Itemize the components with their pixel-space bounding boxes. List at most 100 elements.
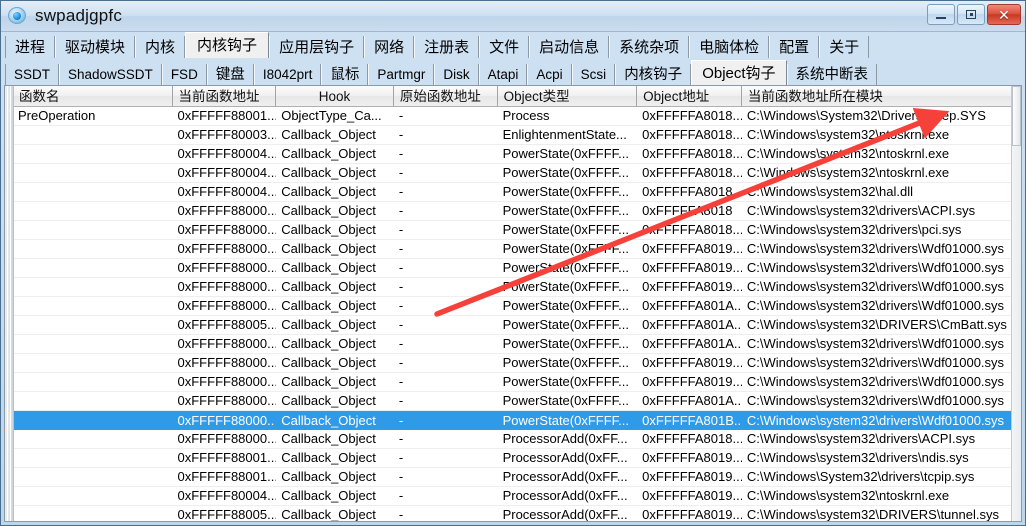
window-title: swpadjgpfc (35, 6, 123, 25)
table-cell: - (398, 146, 404, 161)
table-cell: ProcessorAdd(0xFF... (502, 488, 628, 503)
table-cell: Callback_Object (281, 507, 376, 521)
main-tab-5[interactable]: 网络 (364, 36, 415, 58)
sub-tab-11[interactable]: 内核钩子 (615, 64, 692, 85)
vertical-scrollbar[interactable] (1011, 86, 1021, 521)
table-row[interactable]: 0xFFFFF80004... Callback_Object - Processor… (13, 487, 1021, 506)
table-row[interactable]: 0xFFFFF88000... Callback_Object - PowerStat… (13, 297, 1021, 316)
table-row[interactable]: 0xFFFFF88000... Callback_Object - PowerStat… (13, 411, 1021, 430)
table-row[interactable]: 0xFFFFF80004... Callback_Object - PowerStat… (13, 145, 1021, 164)
table-cell: PowerState(0xFFFF... (502, 393, 629, 408)
main-tab-2[interactable]: 内核 (135, 36, 186, 58)
table-cell: 0xFFFFF88005... (177, 507, 277, 521)
table-cell: 0xFFFFF88000... (177, 374, 277, 389)
table-cell: C:\Windows\system32\drivers\Wdf01000.sys (746, 374, 1005, 389)
table-row[interactable]: PreOperation 0xFFFFF88001... ObjectType_Ca… (13, 107, 1021, 126)
table-cell: PowerState(0xFFFF... (502, 146, 629, 161)
table-row[interactable]: 0xFFFFF88000... Callback_Object - PowerStat… (13, 259, 1021, 278)
column-header-1[interactable]: 当前函数地址 (173, 86, 277, 106)
main-tab-6[interactable]: 注册表 (414, 36, 480, 58)
table-row[interactable]: 0xFFFFF88005... Callback_Object - Processor… (13, 506, 1021, 521)
sub-tab-10[interactable]: Scsi (571, 64, 616, 85)
scrollbar-thumb[interactable] (1012, 86, 1021, 146)
maximize-icon (966, 10, 976, 19)
main-tab-10[interactable]: 电脑体检 (689, 36, 770, 58)
table-cell: Callback_Object (281, 355, 376, 370)
main-tab-7[interactable]: 文件 (479, 36, 530, 58)
table-row[interactable]: 0xFFFFF80004... Callback_Object - PowerStat… (13, 183, 1021, 202)
table-cell: EnlightenmentState... (502, 127, 627, 142)
table-row[interactable]: 0xFFFFF88001... Callback_Object - Processor… (13, 468, 1021, 487)
table-cell: Callback_Object (281, 127, 376, 142)
table-row[interactable]: 0xFFFFF88000... Callback_Object - PowerStat… (13, 221, 1021, 240)
table-cell: - (398, 374, 404, 389)
main-tab-4[interactable]: 应用层钩子 (269, 36, 365, 58)
table-row[interactable]: 0xFFFFF88000... Callback_Object - PowerStat… (13, 373, 1021, 392)
table-row[interactable]: 0xFFFFF88000... Callback_Object - PowerStat… (13, 392, 1021, 411)
table-cell: Process (502, 108, 550, 123)
table-cell: ProcessorAdd(0xFF... (502, 450, 628, 465)
sub-tab-9[interactable]: Acpi (527, 64, 572, 85)
table-cell (13, 145, 173, 163)
column-header-3[interactable]: 原始函数地址 (394, 86, 498, 106)
maximize-button[interactable] (957, 4, 985, 25)
table-cell: C:\Windows\System32\drivers\tcpip.sys (746, 469, 975, 484)
column-header-5[interactable]: Object地址 (637, 86, 742, 106)
table-row[interactable]: 0xFFFFF88000... Callback_Object - Processor… (13, 430, 1021, 449)
table-row[interactable]: 0xFFFFF88000... Callback_Object - PowerStat… (13, 202, 1021, 221)
sub-tab-5[interactable]: 鼠标 (321, 64, 369, 85)
table-cell: 0xFFFFFA8018... (642, 146, 742, 161)
sub-tab-7[interactable]: Disk (434, 64, 479, 85)
main-tab-11[interactable]: 配置 (769, 36, 820, 58)
table-row[interactable]: 0xFFFFF88000... Callback_Object - PowerStat… (13, 240, 1021, 259)
table-row[interactable]: 0xFFFFF80004... Callback_Object - PowerStat… (13, 164, 1021, 183)
table-row[interactable]: 0xFFFFF88000... Callback_Object - PowerStat… (13, 354, 1021, 373)
sub-tab-2[interactable]: FSD (161, 64, 207, 85)
sub-tab-1[interactable]: ShadowSSDT (59, 64, 162, 85)
sub-tab-12[interactable]: Object钩子 (691, 60, 787, 85)
table-cell: - (398, 431, 404, 446)
main-tab-9[interactable]: 系统杂项 (609, 36, 690, 58)
table-cell (13, 278, 173, 296)
table-cell: Callback_Object (281, 488, 376, 503)
table-cell (13, 126, 173, 144)
table-cell: - (398, 507, 404, 521)
sub-tab-8[interactable]: Atapi (478, 64, 528, 85)
table-cell: PowerState(0xFFFF... (502, 165, 629, 180)
main-tab-12[interactable]: 关于 (819, 36, 870, 58)
table-row[interactable]: 0xFFFFF88000... Callback_Object - PowerStat… (13, 335, 1021, 354)
main-tab-label: 进程 (15, 39, 46, 56)
sub-tab-0[interactable]: SSDT (5, 64, 60, 85)
sub-tab-13[interactable]: 系统中断表 (786, 64, 878, 85)
table-cell (13, 202, 173, 220)
title-bar: swpadjgpfc ✕ (1, 1, 1025, 32)
table-cell (13, 164, 173, 182)
sub-tab-3[interactable]: 键盘 (206, 64, 254, 85)
table-cell: 0xFFFFF88000... (177, 298, 277, 313)
table-row[interactable]: 0xFFFFF88001... Callback_Object - Processor… (13, 449, 1021, 468)
table-cell: 0xFFFFF88000... (177, 279, 277, 294)
table-cell: Callback_Object (281, 393, 376, 408)
sub-tab-6[interactable]: Partmgr (368, 64, 435, 85)
column-header-2[interactable]: Hook (276, 86, 394, 106)
column-header-4[interactable]: Object类型 (498, 86, 638, 106)
main-tab-8[interactable]: 启动信息 (529, 36, 610, 58)
main-tab-3[interactable]: 内核钩子 (185, 32, 270, 58)
minimize-button[interactable] (927, 4, 955, 25)
close-button[interactable]: ✕ (987, 4, 1021, 25)
main-tab-label: 内核 (145, 39, 176, 56)
main-tab-1[interactable]: 驱动模块 (55, 36, 136, 58)
table-cell: - (398, 279, 404, 294)
table-row[interactable]: 0xFFFFF88000... Callback_Object - PowerStat… (13, 278, 1021, 297)
main-tab-label: 配置 (779, 39, 810, 56)
table-cell: ProcessorAdd(0xFF... (502, 431, 628, 446)
column-header-0[interactable]: 函数名 (13, 86, 173, 106)
column-header-6[interactable]: 当前函数地址所在模块 (742, 86, 1021, 106)
table-cell (13, 430, 173, 448)
table-body: PreOperation 0xFFFFF88001... ObjectType_Ca… (5, 107, 1021, 521)
window-controls: ✕ (927, 4, 1021, 25)
table-row[interactable]: 0xFFFFF80003... Callback_Object - Enlighten… (13, 126, 1021, 145)
sub-tab-4[interactable]: I8042prt (253, 64, 322, 85)
main-tab-0[interactable]: 进程 (5, 36, 56, 58)
table-row[interactable]: 0xFFFFF88005... Callback_Object - PowerStat… (13, 316, 1021, 335)
